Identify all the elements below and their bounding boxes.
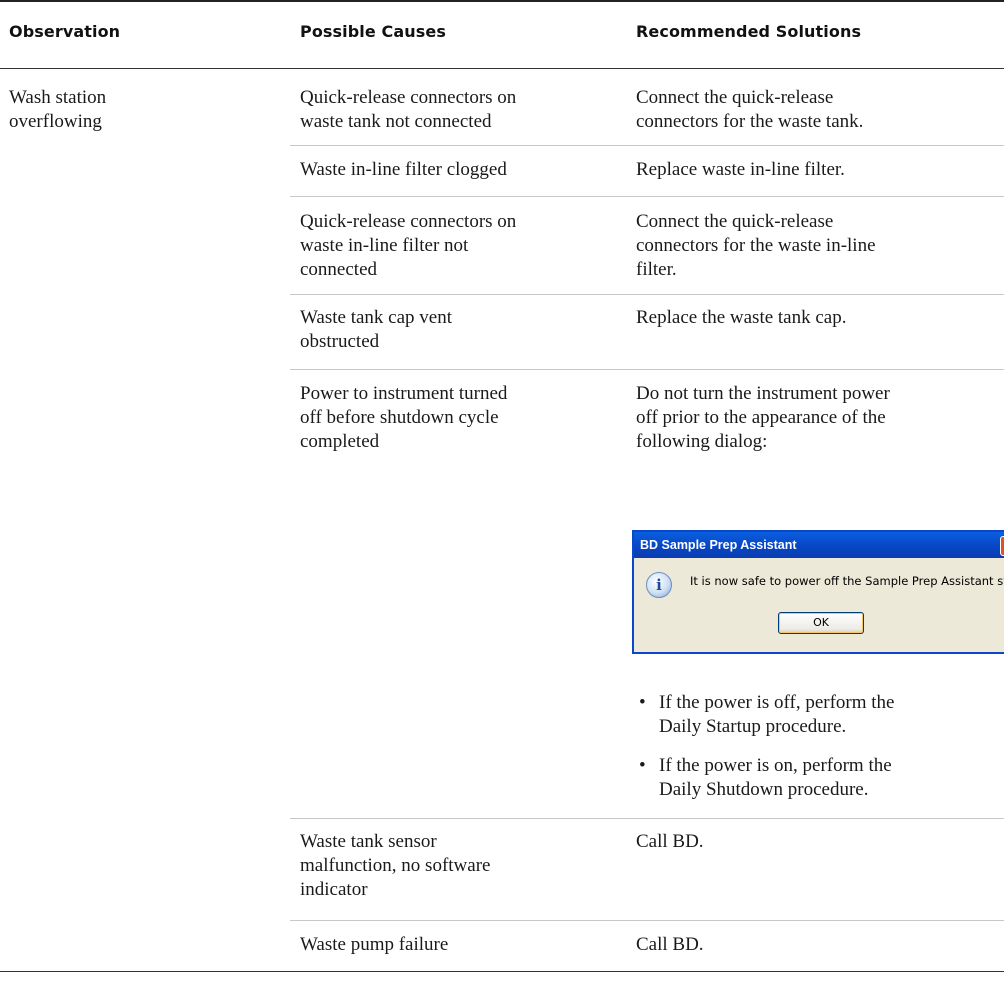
- cause-cell: Power to instrument turned off before sh…: [300, 382, 620, 454]
- cause-line: Waste in-line filter clogged: [300, 159, 507, 180]
- solution-line: Call BD.: [636, 831, 704, 852]
- table-top-rule: [0, 0, 1004, 2]
- bullet-item: • If the power is on, perform the Daily …: [633, 754, 993, 804]
- solution-line: Replace waste in-line filter.: [636, 159, 845, 180]
- header-observation: Observation: [9, 22, 121, 41]
- header-recommended-solutions: Recommended Solutions: [636, 22, 862, 41]
- solution-line: Call BD.: [636, 934, 704, 955]
- cause-cell: Waste in-line filter clogged: [300, 158, 620, 182]
- info-icon: i: [646, 572, 672, 598]
- cause-cell: Waste tank sensor malfunction, no softwa…: [300, 830, 620, 902]
- row-divider: [290, 145, 1004, 146]
- cause-line: off before shutdown cycle: [300, 407, 499, 428]
- bullet-icon: •: [639, 692, 646, 713]
- cause-line: completed: [300, 431, 380, 452]
- row-divider: [290, 196, 1004, 197]
- bullet-line: If the power is off, perform the: [659, 692, 895, 713]
- row-divider: [290, 294, 1004, 295]
- cause-cell: Waste pump failure: [300, 933, 620, 957]
- row-divider: [290, 818, 1004, 819]
- cause-line: obstructed: [300, 331, 380, 352]
- solution-line: filter.: [636, 259, 677, 280]
- bullet-item: • If the power is off, perform the Daily…: [633, 691, 993, 741]
- cause-line: connected: [300, 259, 378, 280]
- bullet-text: If the power is off, perform the Daily S…: [659, 691, 999, 739]
- cause-line: waste tank not connected: [300, 111, 492, 132]
- solution-cell: Do not turn the instrument power off pri…: [636, 382, 996, 454]
- bullet-line: If the power is on, perform the: [659, 755, 892, 776]
- observation-line: overflowing: [9, 111, 102, 132]
- cause-cell: Quick-release connectors on waste in-lin…: [300, 210, 620, 282]
- cause-line: Quick-release connectors on: [300, 87, 517, 108]
- solution-line: Do not turn the instrument power: [636, 383, 890, 404]
- cause-line: waste in-line filter not: [300, 235, 469, 256]
- observation-cell: Wash station overflowing: [9, 86, 269, 134]
- solution-cell: Connect the quick-release connectors for…: [636, 86, 996, 134]
- bullet-line: Daily Startup procedure.: [659, 716, 847, 737]
- cause-line: Power to instrument turned: [300, 383, 508, 404]
- cause-line: Waste tank sensor: [300, 831, 437, 852]
- bullet-line: Daily Shutdown procedure.: [659, 779, 869, 800]
- solution-cell: Connect the quick-release connectors for…: [636, 210, 996, 282]
- solution-cell: Replace the waste tank cap.: [636, 306, 996, 330]
- dialog-message: It is now safe to power off the Sample P…: [690, 574, 1004, 588]
- solution-line: Replace the waste tank cap.: [636, 307, 847, 328]
- solution-line: following dialog:: [636, 431, 768, 452]
- cause-cell: Waste tank cap vent obstructed: [300, 306, 620, 354]
- header-bottom-rule: [0, 68, 1004, 69]
- cause-line: indicator: [300, 879, 368, 900]
- solution-cell: Call BD.: [636, 830, 996, 854]
- bullet-text: If the power is on, perform the Daily Sh…: [659, 754, 999, 802]
- row-divider: [290, 920, 1004, 921]
- solution-line: Connect the quick-release: [636, 211, 834, 232]
- solution-line: connectors for the waste tank.: [636, 111, 864, 132]
- solution-cell: Replace waste in-line filter.: [636, 158, 996, 182]
- solution-line: Connect the quick-release: [636, 87, 834, 108]
- dialog-title-bar: BD Sample Prep Assistant: [634, 532, 1004, 558]
- solution-line: connectors for the waste in-line: [636, 235, 876, 256]
- close-icon[interactable]: [1000, 536, 1004, 556]
- row-divider: [290, 369, 1004, 370]
- dialog-window: BD Sample Prep Assistant i It is now saf…: [632, 530, 1004, 654]
- ok-button[interactable]: OK: [778, 612, 864, 634]
- solution-cell: Call BD.: [636, 933, 996, 957]
- cause-cell: Quick-release connectors on waste tank n…: [300, 86, 620, 134]
- cause-line: malfunction, no software: [300, 855, 491, 876]
- observation-line: Wash station: [9, 87, 107, 108]
- cause-line: Waste pump failure: [300, 934, 449, 955]
- cause-line: Quick-release connectors on: [300, 211, 517, 232]
- cause-line: Waste tank cap vent: [300, 307, 452, 328]
- table-bottom-rule: [0, 971, 1004, 972]
- header-possible-causes: Possible Causes: [300, 22, 446, 41]
- dialog-title: BD Sample Prep Assistant: [640, 538, 797, 552]
- bullet-icon: •: [639, 755, 646, 776]
- solution-line: off prior to the appearance of the: [636, 407, 886, 428]
